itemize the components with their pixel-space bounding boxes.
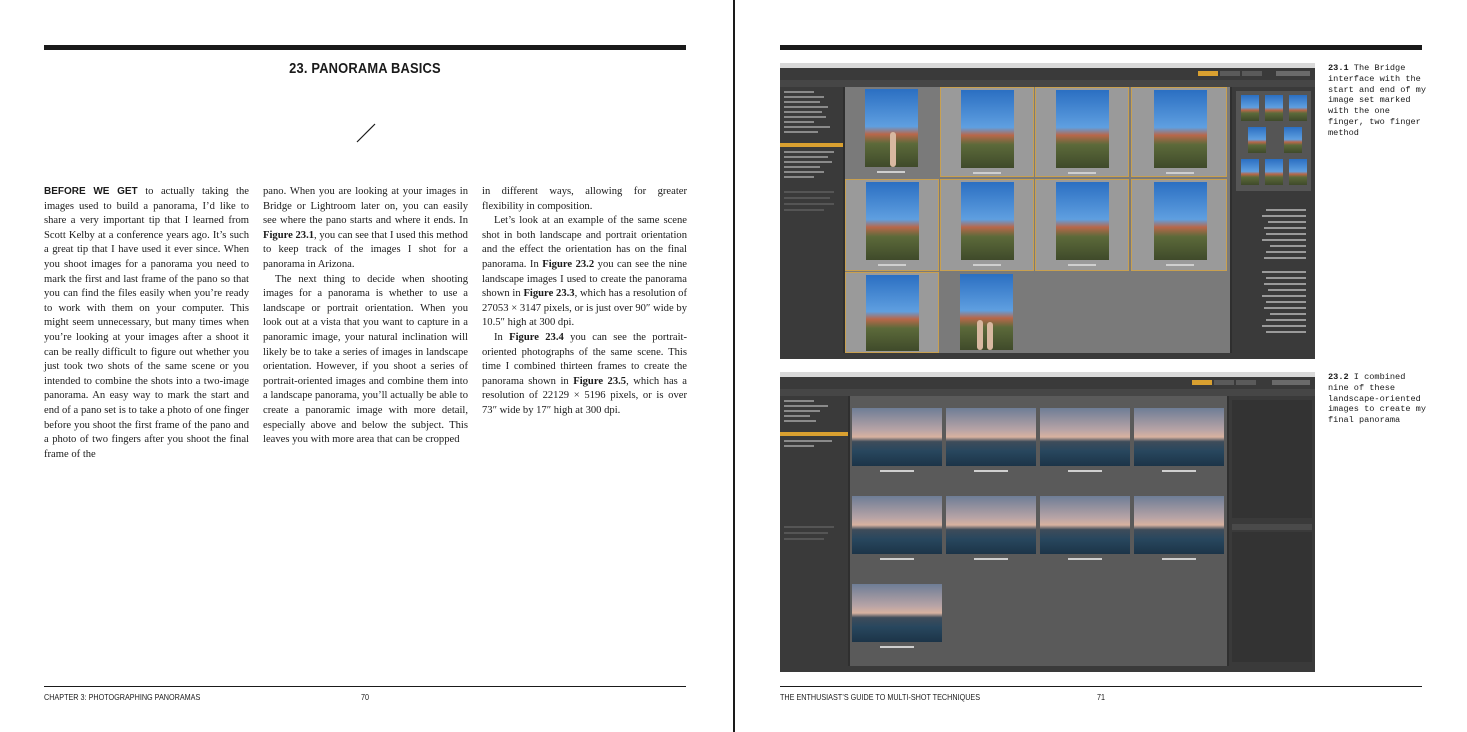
thumbnail-cell-selected (845, 272, 939, 353)
content-grid (850, 396, 1227, 666)
preview-metadata-panel (1229, 396, 1315, 666)
lead-in: BEFORE WE GET (44, 186, 138, 197)
thumbnail-cell (850, 494, 944, 564)
right-footer-rule (780, 686, 1422, 687)
thumbnail-cell-selected (1035, 87, 1129, 177)
thumbnail-cell (850, 582, 944, 652)
workspace-tab-essentials (1198, 71, 1218, 76)
col2-p2: The next thing to decide when shooting i… (263, 273, 468, 446)
col1-text: to actually taking the images used to bu… (44, 186, 249, 460)
metadata-panel-header (1232, 524, 1312, 530)
thumbnail-cell-selected (845, 179, 939, 271)
thumbnail-cell-selected (940, 179, 1034, 271)
page-gutter-divider (733, 0, 735, 732)
slash-ornament-icon (356, 123, 376, 143)
preview-panel (1232, 400, 1312, 518)
thumbnail-cell (944, 406, 1038, 476)
caption-23-1-text: The Bridge interface with the start and … (1328, 63, 1426, 138)
search-box (1272, 380, 1310, 385)
selected-folder (780, 432, 848, 436)
text-column-1: BEFORE WE GET to actually taking the ima… (44, 185, 249, 462)
thumbnail-cell (1038, 406, 1132, 476)
content-grid (845, 87, 1230, 353)
status-bar (780, 666, 1315, 672)
preview-metadata-panel (1232, 87, 1315, 359)
one-finger-overlay (890, 132, 896, 167)
workspace-tab (1242, 71, 1262, 76)
thumbnail-cell-selected (1131, 87, 1227, 177)
caption-23-1: 23.1 The Bridge interface with the start… (1328, 63, 1426, 139)
thumbnail-cell (1132, 406, 1226, 476)
workspace-tab-essentials (1192, 380, 1212, 385)
figure-ref-23-4: Figure 23.4 (509, 331, 564, 343)
left-top-rule (44, 45, 686, 50)
metadata-panel (1232, 532, 1312, 662)
figure-ref-23-1: Figure 23.1 (263, 229, 315, 241)
folders-panel (780, 87, 843, 359)
text-column-3: in different ways, allowing for greater … (482, 185, 687, 419)
figure-23-1-bridge-screenshot (780, 63, 1315, 359)
metadata-panel (1236, 199, 1311, 349)
workspace-tab (1220, 71, 1240, 76)
thumbnail-cell-selected (1035, 179, 1129, 271)
figure-ref-23-2: Figure 23.2 (542, 258, 595, 270)
thumbnail-cell (940, 272, 1034, 353)
figure-23-2-bridge-screenshot (780, 372, 1315, 672)
text-column-2: pano. When you are looking at your image… (263, 185, 468, 448)
path-bar (780, 80, 1315, 87)
col2-p1a: pano. When you are looking at your image… (263, 186, 468, 227)
preview-panel (1236, 91, 1311, 191)
footer-book-title: THE ENTHUSIAST’S GUIDE TO MULTI-SHOT TEC… (780, 692, 981, 702)
caption-23-2: 23.2 I combined nine of these landscape-… (1328, 372, 1426, 426)
figure-ref-23-5: Figure 23.5 (573, 375, 627, 387)
selected-folder (780, 143, 843, 147)
footer-chapter: CHAPTER 3: PHOTOGRAPHING PANORAMAS (44, 692, 201, 702)
left-footer-rule (44, 686, 686, 687)
col3-p3a: In (494, 331, 510, 343)
thumbnail-cell (850, 406, 944, 476)
status-bar (780, 353, 1315, 359)
folders-panel (780, 396, 848, 666)
thumbnail-cell-selected (1131, 179, 1227, 271)
footer-page-number-left: 70 (361, 692, 370, 702)
col3-p1: in different ways, allowing for greater … (482, 186, 687, 212)
thumbnail-cell (944, 494, 1038, 564)
caption-23-2-number: 23.2 (1328, 372, 1349, 382)
workspace-tab (1214, 380, 1234, 385)
caption-23-1-number: 23.1 (1328, 63, 1349, 73)
page-title: 23. PANORAMA BASICS (289, 60, 441, 77)
search-box (1276, 71, 1310, 76)
right-top-rule (780, 45, 1422, 50)
workspace-tab (1236, 380, 1256, 385)
thumbnail-cell (1132, 494, 1226, 564)
thumbnail-cell-selected (940, 87, 1034, 177)
two-finger-overlay (977, 320, 993, 350)
thumbnail-cell (845, 87, 937, 177)
thumbnail-cell (1038, 494, 1132, 564)
footer-page-number-right: 71 (1097, 692, 1106, 702)
figure-ref-23-3: Figure 23.3 (523, 288, 575, 300)
path-bar (780, 389, 1315, 396)
